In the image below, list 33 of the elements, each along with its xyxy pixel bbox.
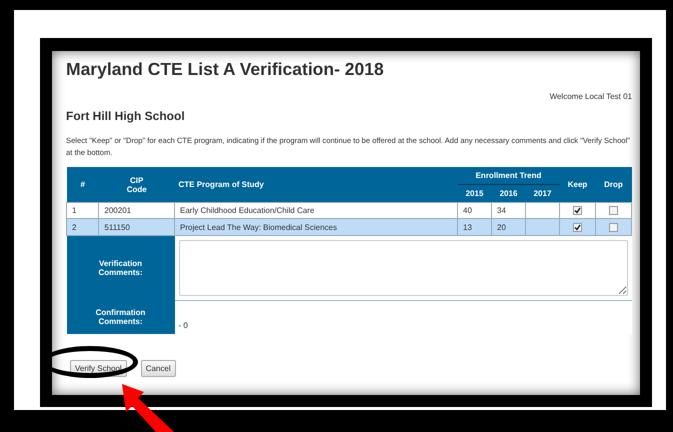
form-button[interactable]: Cancel: [140, 360, 176, 378]
confirmation-label: Confirmation Comments:: [94, 308, 146, 326]
table-cell: 1: [66, 202, 99, 219]
column-header: Drop: [596, 167, 632, 202]
year-header: 2017: [526, 184, 560, 202]
column-header: #: [66, 167, 99, 202]
table-cell: Early Childhood Education/Child Care: [174, 202, 458, 219]
keep-checkbox[interactable]: [573, 206, 582, 216]
drop-checkbox[interactable]: [609, 222, 618, 232]
column-header: Keep: [560, 167, 596, 202]
school-name: Fort Hill High School: [66, 109, 186, 123]
verification-comments-field[interactable]: [178, 240, 628, 296]
year-header: 2015: [458, 184, 492, 202]
verification-label: Verification Comments:: [97, 259, 144, 278]
table-cell: 13: [458, 218, 492, 236]
table-cell: Project Lead The Way: Biomedical Sciences: [174, 218, 458, 236]
confirmation-comments: - 0: [178, 321, 188, 330]
page-title: Maryland CTE List A Verification- 2018: [66, 59, 385, 80]
table-row[interactable]: 2 511150 Project Lead The Way: Biomedical Sciences 13 20: [66, 218, 632, 236]
table-cell: 34: [492, 202, 526, 219]
table-cell: 200201: [98, 202, 174, 219]
welcome-text: Welcome Local Test 01: [550, 92, 632, 101]
keep-checkbox[interactable]: [573, 222, 582, 232]
column-header: Enrollment Trend: [458, 167, 560, 184]
table-cell: 511150: [98, 218, 174, 236]
table-cell: 20: [492, 218, 526, 236]
table-row[interactable]: 1 200201 Early Childhood Education/Child Care 40 34: [66, 202, 632, 219]
column-header: CTE Program of Study: [174, 167, 458, 202]
column-header: CIP Code: [126, 176, 148, 194]
year-header: 2016: [492, 184, 526, 202]
drop-checkbox[interactable]: [609, 206, 618, 216]
table-cell: 2: [66, 218, 99, 236]
table-cell: 40: [458, 202, 492, 219]
